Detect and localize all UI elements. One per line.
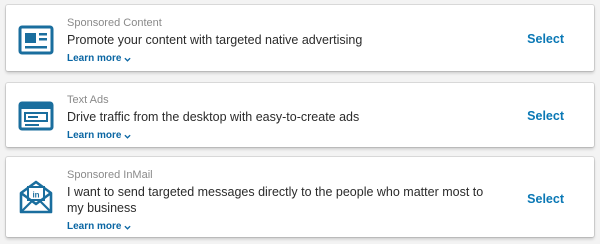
learn-more-link[interactable]: Learn more (67, 53, 132, 65)
select-button[interactable]: Select (527, 192, 564, 206)
ad-option-sponsored-inmail: in Sponsored InMail I want to send targe… (6, 157, 594, 237)
ad-option-label: Text Ads (67, 94, 109, 106)
browser-window-icon (18, 99, 54, 135)
ad-option-label: Sponsored Content (67, 17, 162, 29)
ad-option-description: Drive traffic from the desktop with easy… (67, 110, 360, 124)
newspaper-icon (18, 23, 54, 59)
ad-option-description: I want to send targeted messages directl… (67, 185, 484, 215)
ad-option-body: Sponsored Content Promote your content w… (67, 17, 484, 66)
learn-more-link[interactable]: Learn more (67, 221, 132, 233)
ad-format-list: Sponsored Content Promote your content w… (0, 0, 600, 244)
learn-more-label: Learn more (67, 221, 122, 232)
ad-option-body: Text Ads Drive traffic from the desktop … (67, 94, 484, 143)
select-button[interactable]: Select (527, 32, 564, 46)
learn-more-link[interactable]: Learn more (67, 130, 132, 142)
ad-option-body: Sponsored InMail I want to send targeted… (67, 169, 484, 234)
svg-text:in: in (32, 191, 39, 200)
learn-more-label: Learn more (67, 53, 122, 64)
ad-option-text-ads: Text Ads Drive traffic from the desktop … (6, 83, 594, 147)
ad-option-sponsored-content: Sponsored Content Promote your content w… (6, 5, 594, 71)
chevron-down-icon (124, 134, 132, 139)
chevron-down-icon (124, 57, 132, 62)
select-button[interactable]: Select (527, 109, 564, 123)
ad-option-label: Sponsored InMail (67, 169, 153, 181)
linkedin-envelope-icon: in (18, 179, 54, 215)
learn-more-label: Learn more (67, 130, 122, 141)
chevron-down-icon (124, 225, 132, 230)
ad-option-description: Promote your content with targeted nativ… (67, 33, 363, 47)
